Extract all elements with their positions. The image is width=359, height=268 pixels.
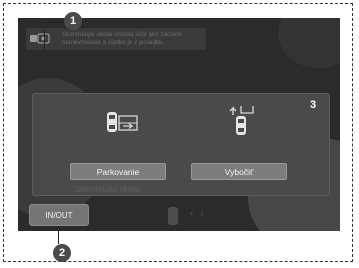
- exit-icon: [229, 106, 254, 135]
- callout-3: 3: [304, 96, 322, 114]
- arrows-icon: ‹ ›: [190, 208, 206, 219]
- camera-screen: Skontrolujte okolie vozidla skôr ako zač…: [18, 18, 340, 231]
- in-out-button[interactable]: IN/OUT: [29, 204, 89, 226]
- callout-leader-line: [44, 22, 66, 23]
- exit-option-button[interactable]: Vybočiť: [191, 163, 287, 180]
- callout-1: 1: [64, 12, 82, 30]
- camera-background-shape: [278, 18, 340, 68]
- parking-mode-dialog: Parkovanie Vybočiť: [32, 93, 330, 196]
- car-icon: [168, 207, 178, 225]
- bottom-hint-text: Skontrolujte okolie: [75, 185, 141, 194]
- parking-icon: [107, 112, 138, 132]
- camera-icon: [30, 33, 50, 44]
- callout-2: 2: [53, 244, 71, 262]
- callout-leader-line: [58, 226, 59, 244]
- callout-leader-line: [44, 30, 45, 50]
- warning-text: Skontrolujte okolie vozidla skôr ako zač…: [62, 31, 183, 46]
- parking-option-button[interactable]: Parkovanie: [70, 163, 166, 180]
